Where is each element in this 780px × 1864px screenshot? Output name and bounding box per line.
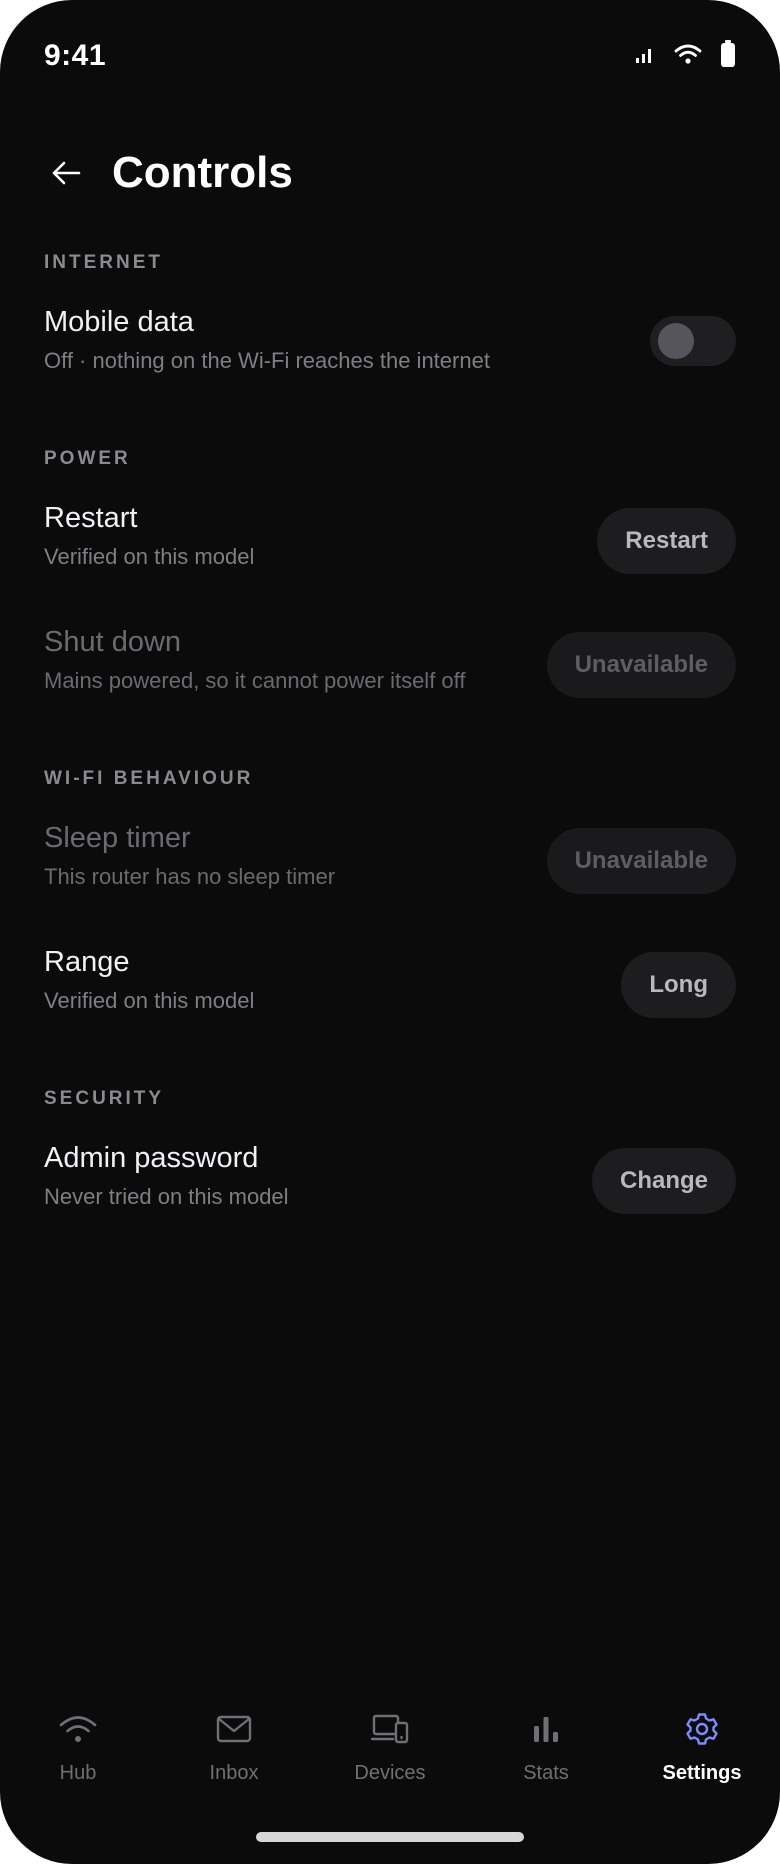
bar-chart-icon xyxy=(531,1708,561,1750)
restart-subtitle: Verified on this model xyxy=(44,544,255,569)
devices-icon xyxy=(371,1708,409,1750)
status-bar: 9:41 xyxy=(44,38,736,74)
home-indicator xyxy=(256,1832,524,1842)
shutdown-unavailable-button: Unavailable xyxy=(546,632,736,698)
tab-settings-label: Settings xyxy=(662,1762,742,1784)
bottom-tab-bar: Hub Inbox Devices Stats Settings xyxy=(0,1708,780,1798)
restart-button[interactable]: Restart xyxy=(597,508,736,574)
range-row: Range Verified on this model Long xyxy=(44,946,736,1036)
mobile-data-row: Mobile data Off · nothing on the Wi-Fi r… xyxy=(44,306,736,396)
shutdown-row: Shut down Mains powered, so it cannot po… xyxy=(44,626,736,716)
tab-inbox-label: Inbox xyxy=(209,1762,259,1784)
range-button[interactable]: Long xyxy=(621,952,736,1018)
restart-title: Restart xyxy=(44,502,138,534)
page-header: Controls xyxy=(44,148,293,198)
arrow-left-icon xyxy=(52,161,81,185)
page-title: Controls xyxy=(112,148,293,197)
sleep-timer-unavailable-button: Unavailable xyxy=(546,828,736,894)
status-time: 9:41 xyxy=(44,39,107,72)
back-button[interactable] xyxy=(44,151,88,195)
section-wifi-label: WI-FI BEHAVIOUR xyxy=(44,768,254,789)
shutdown-subtitle: Mains powered, so it cannot power itself… xyxy=(44,668,466,693)
tab-hub-label: Hub xyxy=(59,1762,97,1784)
change-password-button[interactable]: Change xyxy=(591,1148,736,1214)
section-internet-label: INTERNET xyxy=(44,252,163,273)
phone-screen: 9:41 Controls INTERNET Mobile data Off ·… xyxy=(0,0,780,1864)
range-title: Range xyxy=(44,946,130,978)
admin-password-subtitle: Never tried on this model xyxy=(44,1184,289,1209)
mobile-data-title: Mobile data xyxy=(44,306,194,338)
toggle-knob xyxy=(658,323,694,359)
tab-inbox[interactable]: Inbox xyxy=(156,1708,312,1798)
wifi-hub-icon xyxy=(58,1708,98,1750)
battery-icon xyxy=(720,39,736,73)
gear-icon xyxy=(685,1708,719,1750)
shutdown-title: Shut down xyxy=(44,626,182,658)
mobile-data-subtitle: Off · nothing on the Wi-Fi reaches the i… xyxy=(44,348,490,373)
mobile-data-toggle[interactable] xyxy=(650,316,736,366)
section-power-label: POWER xyxy=(44,448,131,469)
cellular-signal-icon xyxy=(634,43,656,70)
mail-icon xyxy=(216,1708,252,1750)
wifi-icon xyxy=(674,43,702,70)
tab-hub[interactable]: Hub xyxy=(0,1708,156,1798)
sleep-timer-row: Sleep timer This router has no sleep tim… xyxy=(44,822,736,912)
section-security-label: SECURITY xyxy=(44,1088,165,1109)
restart-row: Restart Verified on this model Restart xyxy=(44,502,736,592)
sleep-timer-title: Sleep timer xyxy=(44,822,191,854)
tab-stats[interactable]: Stats xyxy=(468,1708,624,1798)
tab-stats-label: Stats xyxy=(523,1762,569,1784)
admin-password-row: Admin password Never tried on this model… xyxy=(44,1142,736,1232)
range-subtitle: Verified on this model xyxy=(44,988,255,1013)
status-icons xyxy=(634,39,736,73)
admin-password-title: Admin password xyxy=(44,1142,259,1174)
tab-settings[interactable]: Settings xyxy=(624,1708,780,1798)
tab-devices[interactable]: Devices xyxy=(312,1708,468,1798)
sleep-timer-subtitle: This router has no sleep timer xyxy=(44,864,336,889)
tab-devices-label: Devices xyxy=(354,1762,426,1784)
